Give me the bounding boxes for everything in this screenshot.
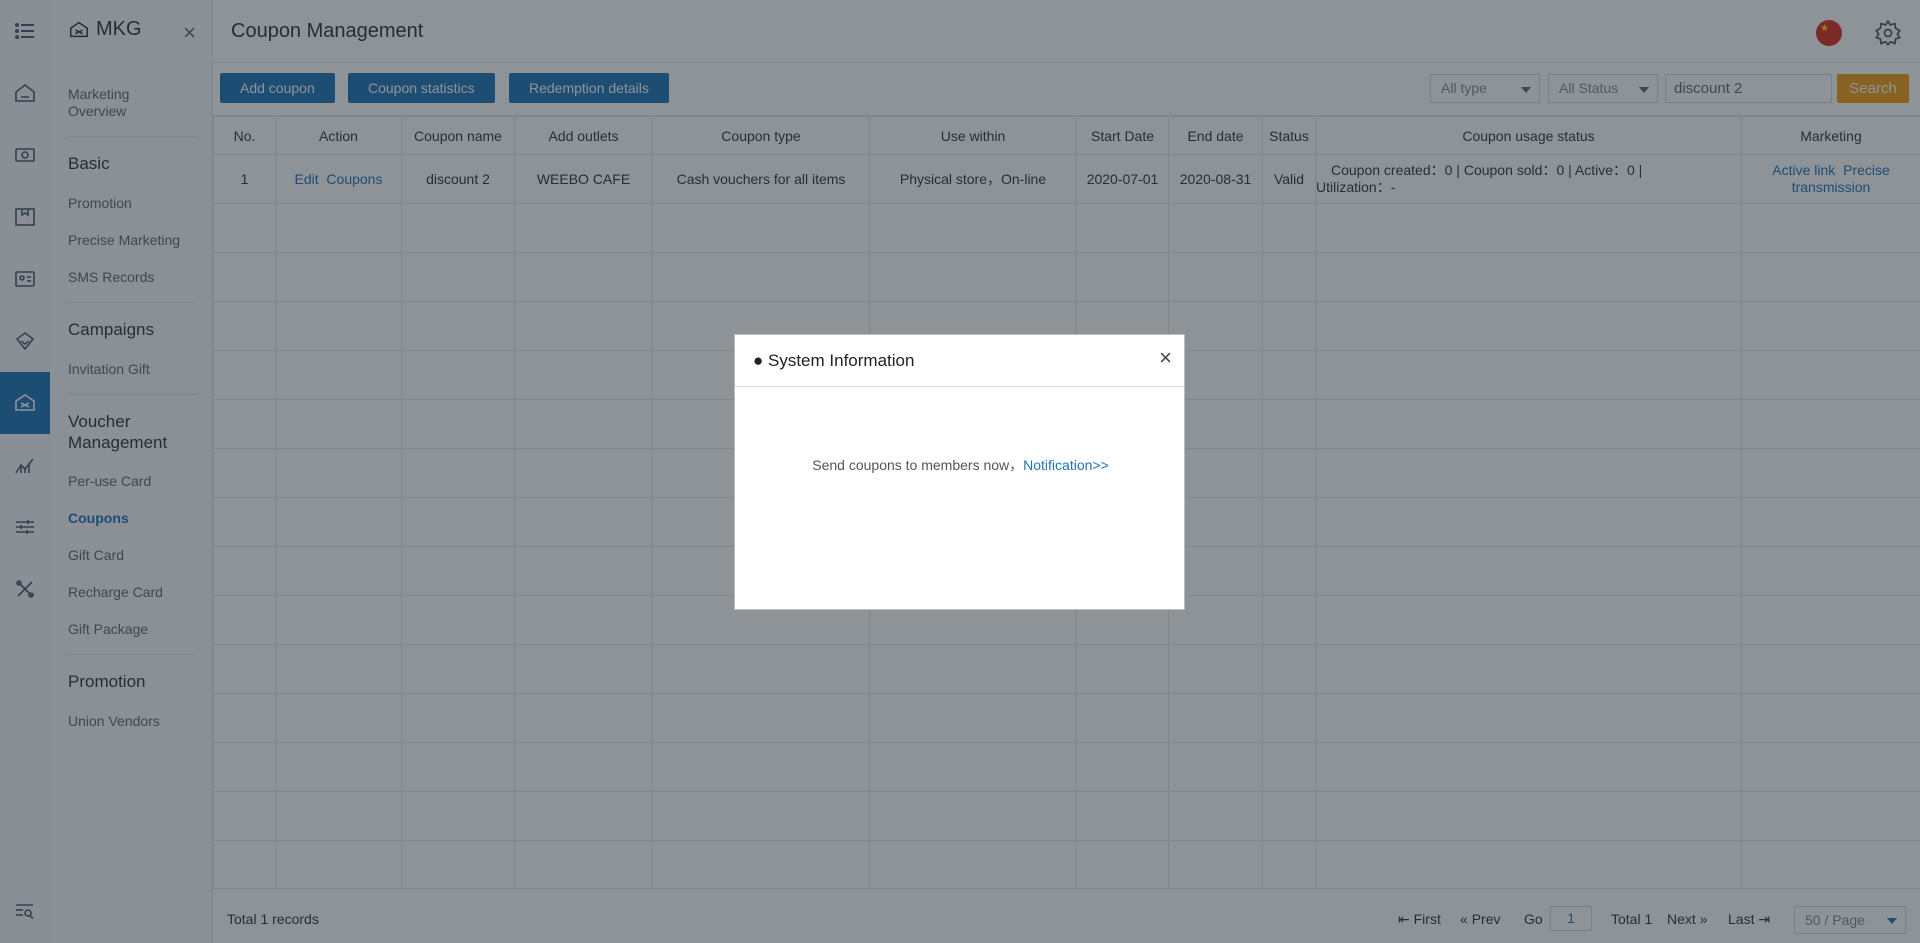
dialog-message: Send coupons to members now， — [812, 457, 1024, 473]
notification-link[interactable]: Notification>> — [1023, 457, 1109, 473]
close-icon[interactable]: × — [1159, 347, 1172, 369]
dialog-body: Send coupons to members now，Notification… — [735, 455, 1186, 475]
dialog-title: ● System Information — [753, 351, 915, 370]
dialog-header: ● System Information × — [735, 335, 1184, 387]
system-information-dialog: ● System Information × Send coupons to m… — [734, 334, 1185, 610]
